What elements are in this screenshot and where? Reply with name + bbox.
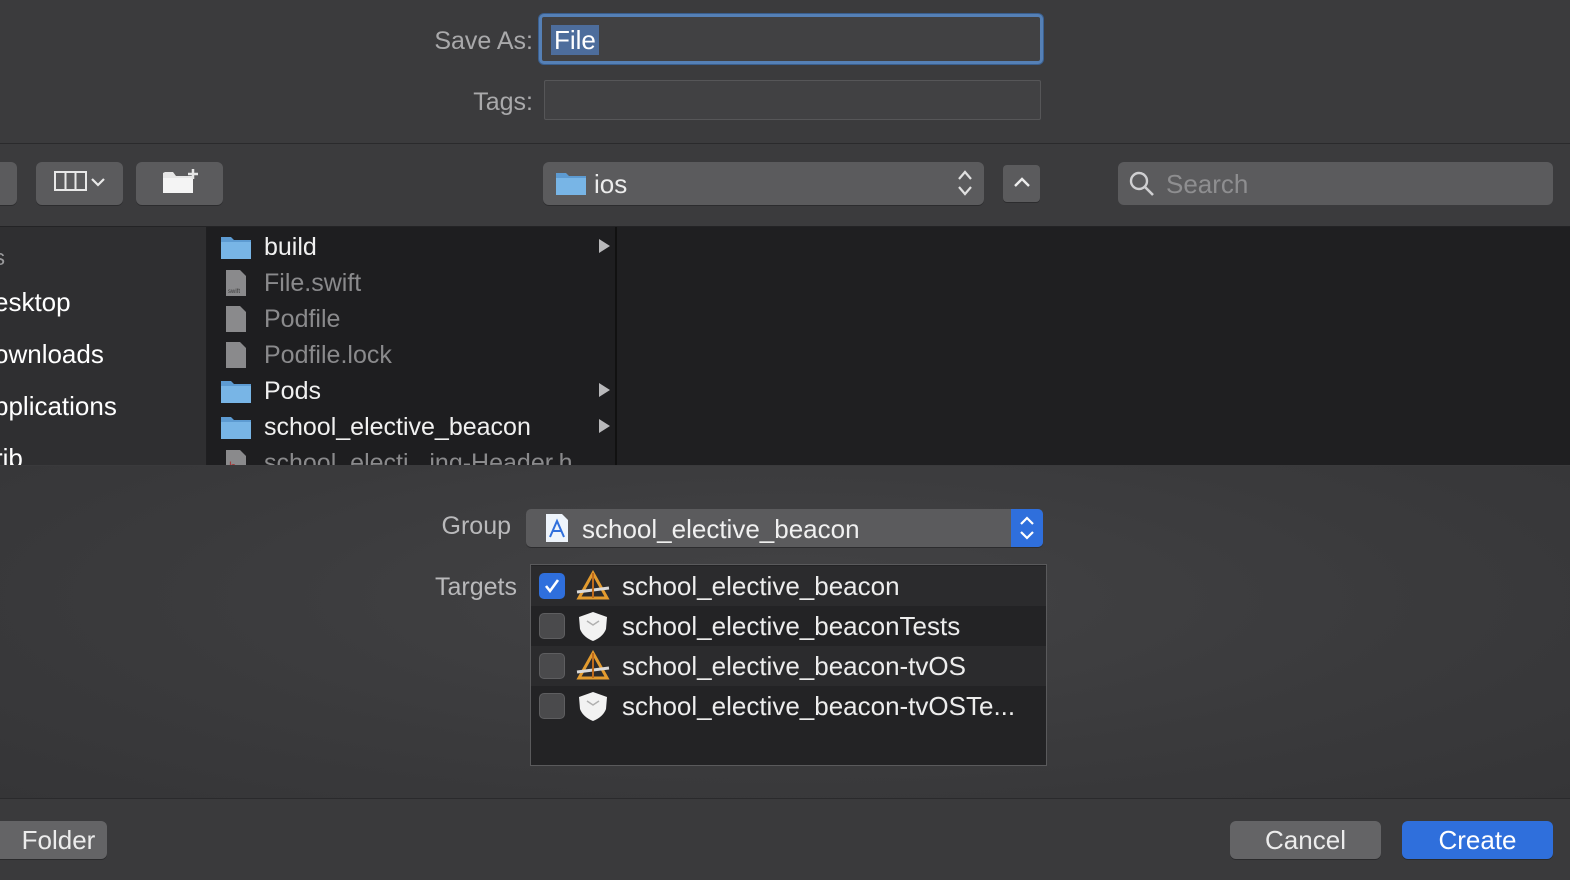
document-icon	[220, 305, 252, 333]
new-folder-toolbar-button[interactable]	[136, 162, 223, 205]
group-label: Group	[441, 512, 511, 540]
target-name: school_elective_beacon-tvOS	[622, 651, 966, 681]
disclosure-arrow-icon	[599, 239, 610, 253]
cancel-button[interactable]: Cancel	[1230, 821, 1381, 859]
swift-file-icon: swift	[220, 269, 252, 297]
sidebar-item-downloads[interactable]: ownloads	[0, 339, 104, 370]
tags-label: Tags:	[473, 88, 533, 116]
tags-field[interactable]	[544, 80, 1041, 120]
target-name: school_elective_beacon-tvOSTe...	[622, 691, 1016, 721]
file-name: Pods	[264, 377, 321, 405]
xcode-project-icon	[544, 513, 570, 548]
empty-column	[617, 227, 1570, 465]
updown-arrows-icon	[956, 168, 974, 203]
new-folder-button[interactable]: Folder	[0, 821, 107, 859]
file-name: Podfile	[264, 305, 341, 333]
header-file-icon: h	[220, 449, 252, 465]
file-name: school_elective_beacon	[264, 413, 531, 441]
target-checkbox[interactable]	[539, 613, 565, 639]
new-folder-button-label: Folder	[21, 824, 96, 855]
create-button[interactable]: Create	[1402, 821, 1553, 859]
search-field[interactable]	[1118, 162, 1553, 205]
folder-icon	[220, 233, 252, 261]
file-name: build	[264, 233, 317, 261]
target-checkbox[interactable]	[539, 573, 565, 599]
file-name: File.swift	[264, 269, 362, 297]
file-row-podfile[interactable]: Podfile	[207, 301, 615, 337]
file-row-school-elective-beacon[interactable]: school_elective_beacon	[207, 409, 615, 445]
sidebar: s esktop ownloads pplications rib	[0, 227, 206, 465]
targets-label: Targets	[435, 573, 517, 601]
file-browser: s esktop ownloads pplications rib build …	[0, 227, 1570, 465]
group-value: school_elective_beacon	[582, 514, 860, 544]
file-column: build swift File.swift Podfile Podfile.l…	[207, 227, 617, 465]
back-button[interactable]	[0, 162, 17, 205]
sidebar-item-desktop[interactable]: esktop	[0, 287, 71, 318]
target-row[interactable]: school_elective_beacon	[531, 566, 1046, 606]
file-row-file-swift[interactable]: swift File.swift	[207, 265, 615, 301]
folder-icon	[220, 377, 252, 405]
sidebar-section-heading: s	[0, 245, 5, 271]
target-name: school_elective_beaconTests	[622, 611, 961, 641]
disclosure-arrow-icon	[599, 383, 610, 397]
file-row-bridging-header[interactable]: h school_electi...ing-Header.h	[207, 445, 615, 465]
group-popup[interactable]: school_elective_beacon	[526, 509, 1043, 547]
chevron-down-icon	[90, 175, 106, 193]
location-label: ios	[594, 169, 628, 199]
test-target-icon	[575, 610, 611, 642]
test-target-icon	[575, 690, 611, 722]
save-as-label: Save As:	[434, 27, 533, 55]
svg-text:swift: swift	[228, 289, 240, 295]
targets-list: school_elective_beacon school_elective_b…	[530, 564, 1047, 766]
svg-text:h: h	[229, 459, 236, 465]
chevron-up-icon	[1013, 175, 1031, 193]
file-row-podfile-lock[interactable]: Podfile.lock	[207, 337, 615, 373]
popup-stepper	[1011, 509, 1043, 547]
document-icon	[220, 341, 252, 369]
target-name: school_elective_beacon	[622, 571, 900, 601]
create-button-label: Create	[1438, 824, 1517, 855]
file-name: Podfile.lock	[264, 341, 392, 369]
search-icon	[1128, 170, 1156, 203]
file-name: school_electi...ing-Header.h	[264, 449, 573, 465]
file-row-build[interactable]: build	[207, 229, 615, 265]
app-target-icon	[575, 649, 611, 682]
target-row[interactable]: school_elective_beacon-tvOS	[531, 646, 1046, 686]
disclosure-arrow-icon	[599, 419, 610, 433]
view-mode-button[interactable]	[36, 162, 123, 205]
save-as-field[interactable]: File	[539, 14, 1043, 64]
sidebar-item-applications[interactable]: pplications	[0, 391, 117, 422]
folder-icon	[555, 170, 587, 201]
target-row[interactable]: school_elective_beaconTests	[531, 606, 1046, 646]
target-checkbox[interactable]	[539, 653, 565, 679]
cancel-button-label: Cancel	[1265, 824, 1346, 855]
file-row-pods[interactable]: Pods	[207, 373, 615, 409]
target-checkbox[interactable]	[539, 693, 565, 719]
app-target-icon	[575, 569, 611, 602]
columns-view-icon	[53, 170, 90, 197]
expand-collapse-button[interactable]	[1003, 165, 1040, 202]
search-input[interactable]	[1164, 167, 1538, 201]
sidebar-item-rib[interactable]: rib	[0, 443, 23, 465]
location-popup[interactable]: ios	[543, 162, 984, 205]
save-as-value[interactable]: File	[551, 25, 599, 55]
folder-icon	[220, 413, 252, 441]
new-folder-icon	[161, 167, 199, 200]
target-row[interactable]: school_elective_beacon-tvOSTe...	[531, 686, 1046, 726]
